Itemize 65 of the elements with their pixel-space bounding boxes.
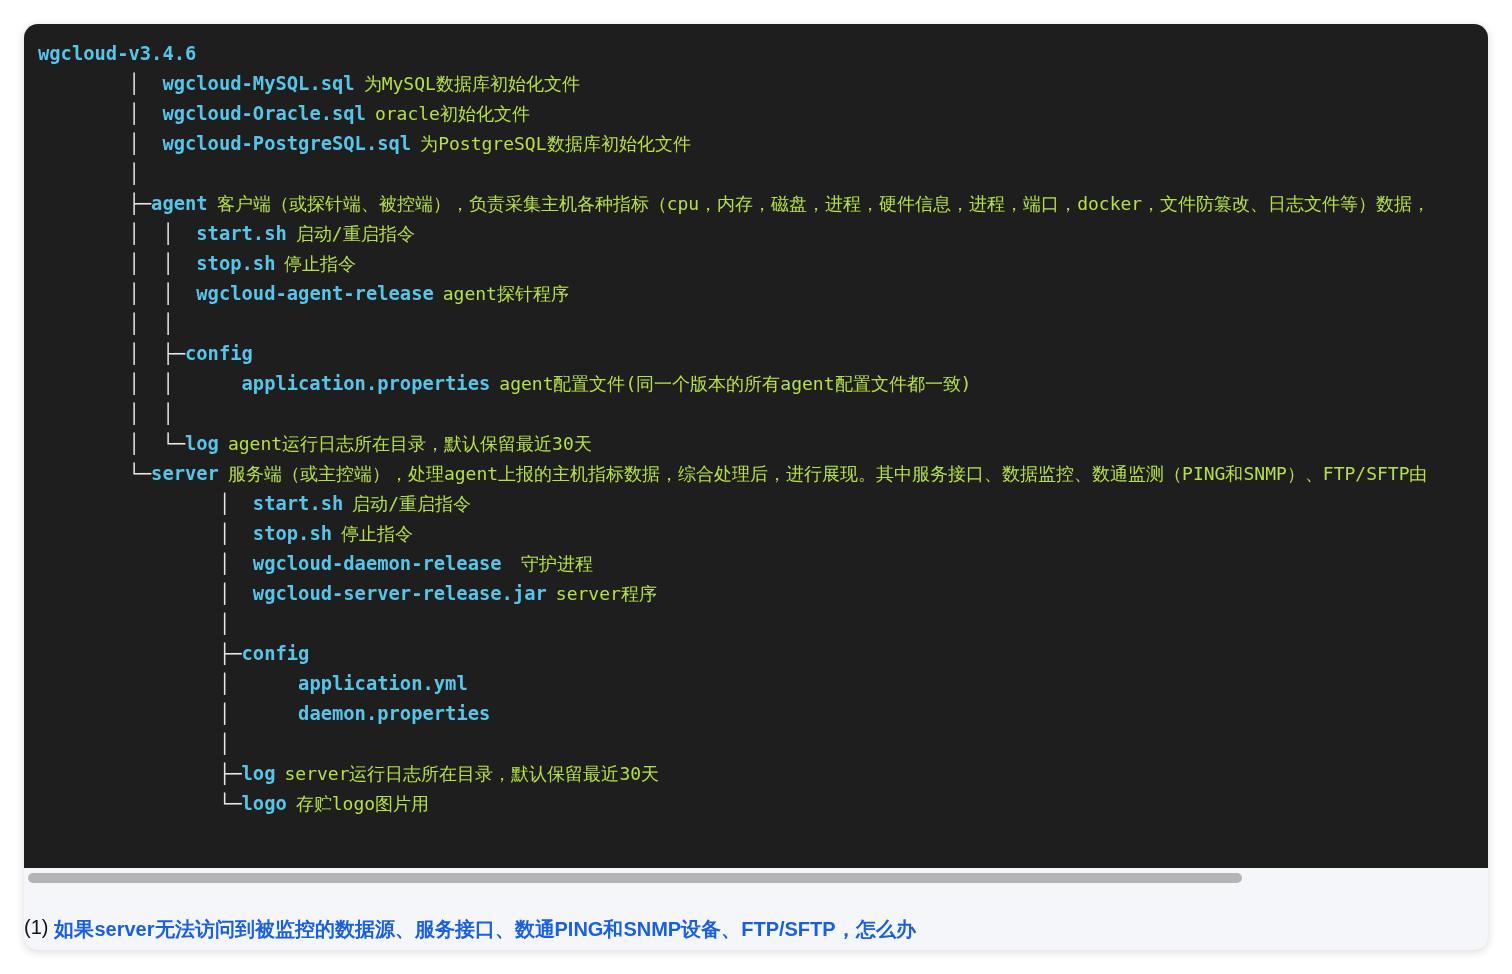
file-description: 客户端（或探针端、被控端），负责采集主机各种指标（cpu，内存，磁盘，进程，硬件信息，进程，端口，docker，文件防篡改、日志文件等）数据， xyxy=(216,193,1431,214)
file-name: application.yml xyxy=(298,673,468,694)
file-description: 启动/重启指令 xyxy=(295,223,415,244)
file-description: agent探针程序 xyxy=(442,283,569,304)
file-description: agent配置文件(同一个版本的所有agent配置文件都一致) xyxy=(499,373,972,394)
tree-branch: │ │ xyxy=(127,403,174,424)
file-description: oracle初始化文件 xyxy=(374,103,530,124)
file-name: stop.sh xyxy=(196,253,276,274)
file-name: wgcloud-MySQL.sql xyxy=(162,73,355,94)
list-number: (1) xyxy=(24,916,49,940)
file-description: 服务端（或主控端），处理agent上报的主机指标数据，综合处理后，进行展现。其中服务接口、数据监控、数通监测（PING和SNMP）、FTP/SFTP由 xyxy=(227,463,1428,484)
file-description: 为MySQL数据库初始化文件 xyxy=(363,73,580,94)
tree-branch: │ │ xyxy=(127,373,175,394)
tree-branch: │ xyxy=(217,523,232,544)
tree-branch: │ xyxy=(127,163,140,184)
file-name: wgcloud-v3.4.6 xyxy=(38,43,197,64)
scrollbar-thumb[interactable] xyxy=(28,873,1242,883)
tree-branch: │ xyxy=(217,583,232,604)
tree-branch: │ xyxy=(127,103,141,124)
file-name: wgcloud-server-release.jar xyxy=(252,583,547,604)
tree-branch: │ xyxy=(127,133,141,154)
file-name: log xyxy=(241,763,276,784)
file-name: wgcloud-agent-release xyxy=(196,283,434,304)
tree-branch: │ │ xyxy=(127,313,174,334)
file-name: logo xyxy=(241,793,287,814)
tree-branch: └─ xyxy=(217,793,242,814)
tree-branch: │ │ xyxy=(127,223,175,244)
tree-branch: │ xyxy=(217,703,232,724)
file-description: 为PostgreSQL数据库初始化文件 xyxy=(420,133,691,154)
tree-branch: └─ xyxy=(127,463,152,484)
tree-branch: ├─ xyxy=(217,763,242,784)
tree-branch: │ ├─ xyxy=(127,343,185,364)
tree-branch: ├─ xyxy=(217,643,242,664)
file-description: agent运行日志所在目录，默认保留最近30天 xyxy=(227,433,592,454)
tree-branch: │ xyxy=(217,733,231,754)
file-name: wgcloud-Oracle.sql xyxy=(162,103,366,124)
file-name: config xyxy=(185,343,253,364)
file-name: log xyxy=(185,433,219,454)
tree-branch: │ │ xyxy=(127,283,175,304)
file-name: server xyxy=(151,463,219,484)
file-name: wgcloud-PostgreSQL.sql xyxy=(162,133,412,154)
file-name: stop.sh xyxy=(252,523,332,544)
tree-branch: │ └─ xyxy=(127,433,185,454)
file-name: wgcloud-daemon-release xyxy=(252,553,502,574)
tree-branch: │ xyxy=(217,553,232,574)
file-name: application.properties xyxy=(241,373,491,394)
tree-branch: │ xyxy=(127,73,141,94)
file-description: server运行日志所在目录，默认保留最近30天 xyxy=(284,763,660,784)
tree-branch: ├─ xyxy=(127,193,152,214)
file-description: 存贮logo图片用 xyxy=(295,793,430,814)
file-description: 停止指令 xyxy=(341,523,413,544)
tree-branch: │ xyxy=(217,673,232,694)
file-description: server程序 xyxy=(555,583,657,604)
file-description: 启动/重启指令 xyxy=(352,493,472,514)
file-name: start.sh xyxy=(196,223,287,244)
file-name: start.sh xyxy=(252,493,344,514)
file-name: daemon.properties xyxy=(298,703,491,724)
question-link[interactable]: 如果server无法访问到被监控的数据源、服务接口、数通PING和SNMP设备、FTP/SFTP，怎么办 xyxy=(54,916,916,943)
file-description: 守护进程 xyxy=(520,553,594,574)
tree-branch: │ │ xyxy=(127,253,175,274)
tree-branch: │ xyxy=(217,613,231,634)
file-name: config xyxy=(241,643,310,664)
tree-branch: │ xyxy=(217,493,232,514)
file-description: 停止指令 xyxy=(284,253,357,274)
file-name: agent xyxy=(151,193,208,214)
